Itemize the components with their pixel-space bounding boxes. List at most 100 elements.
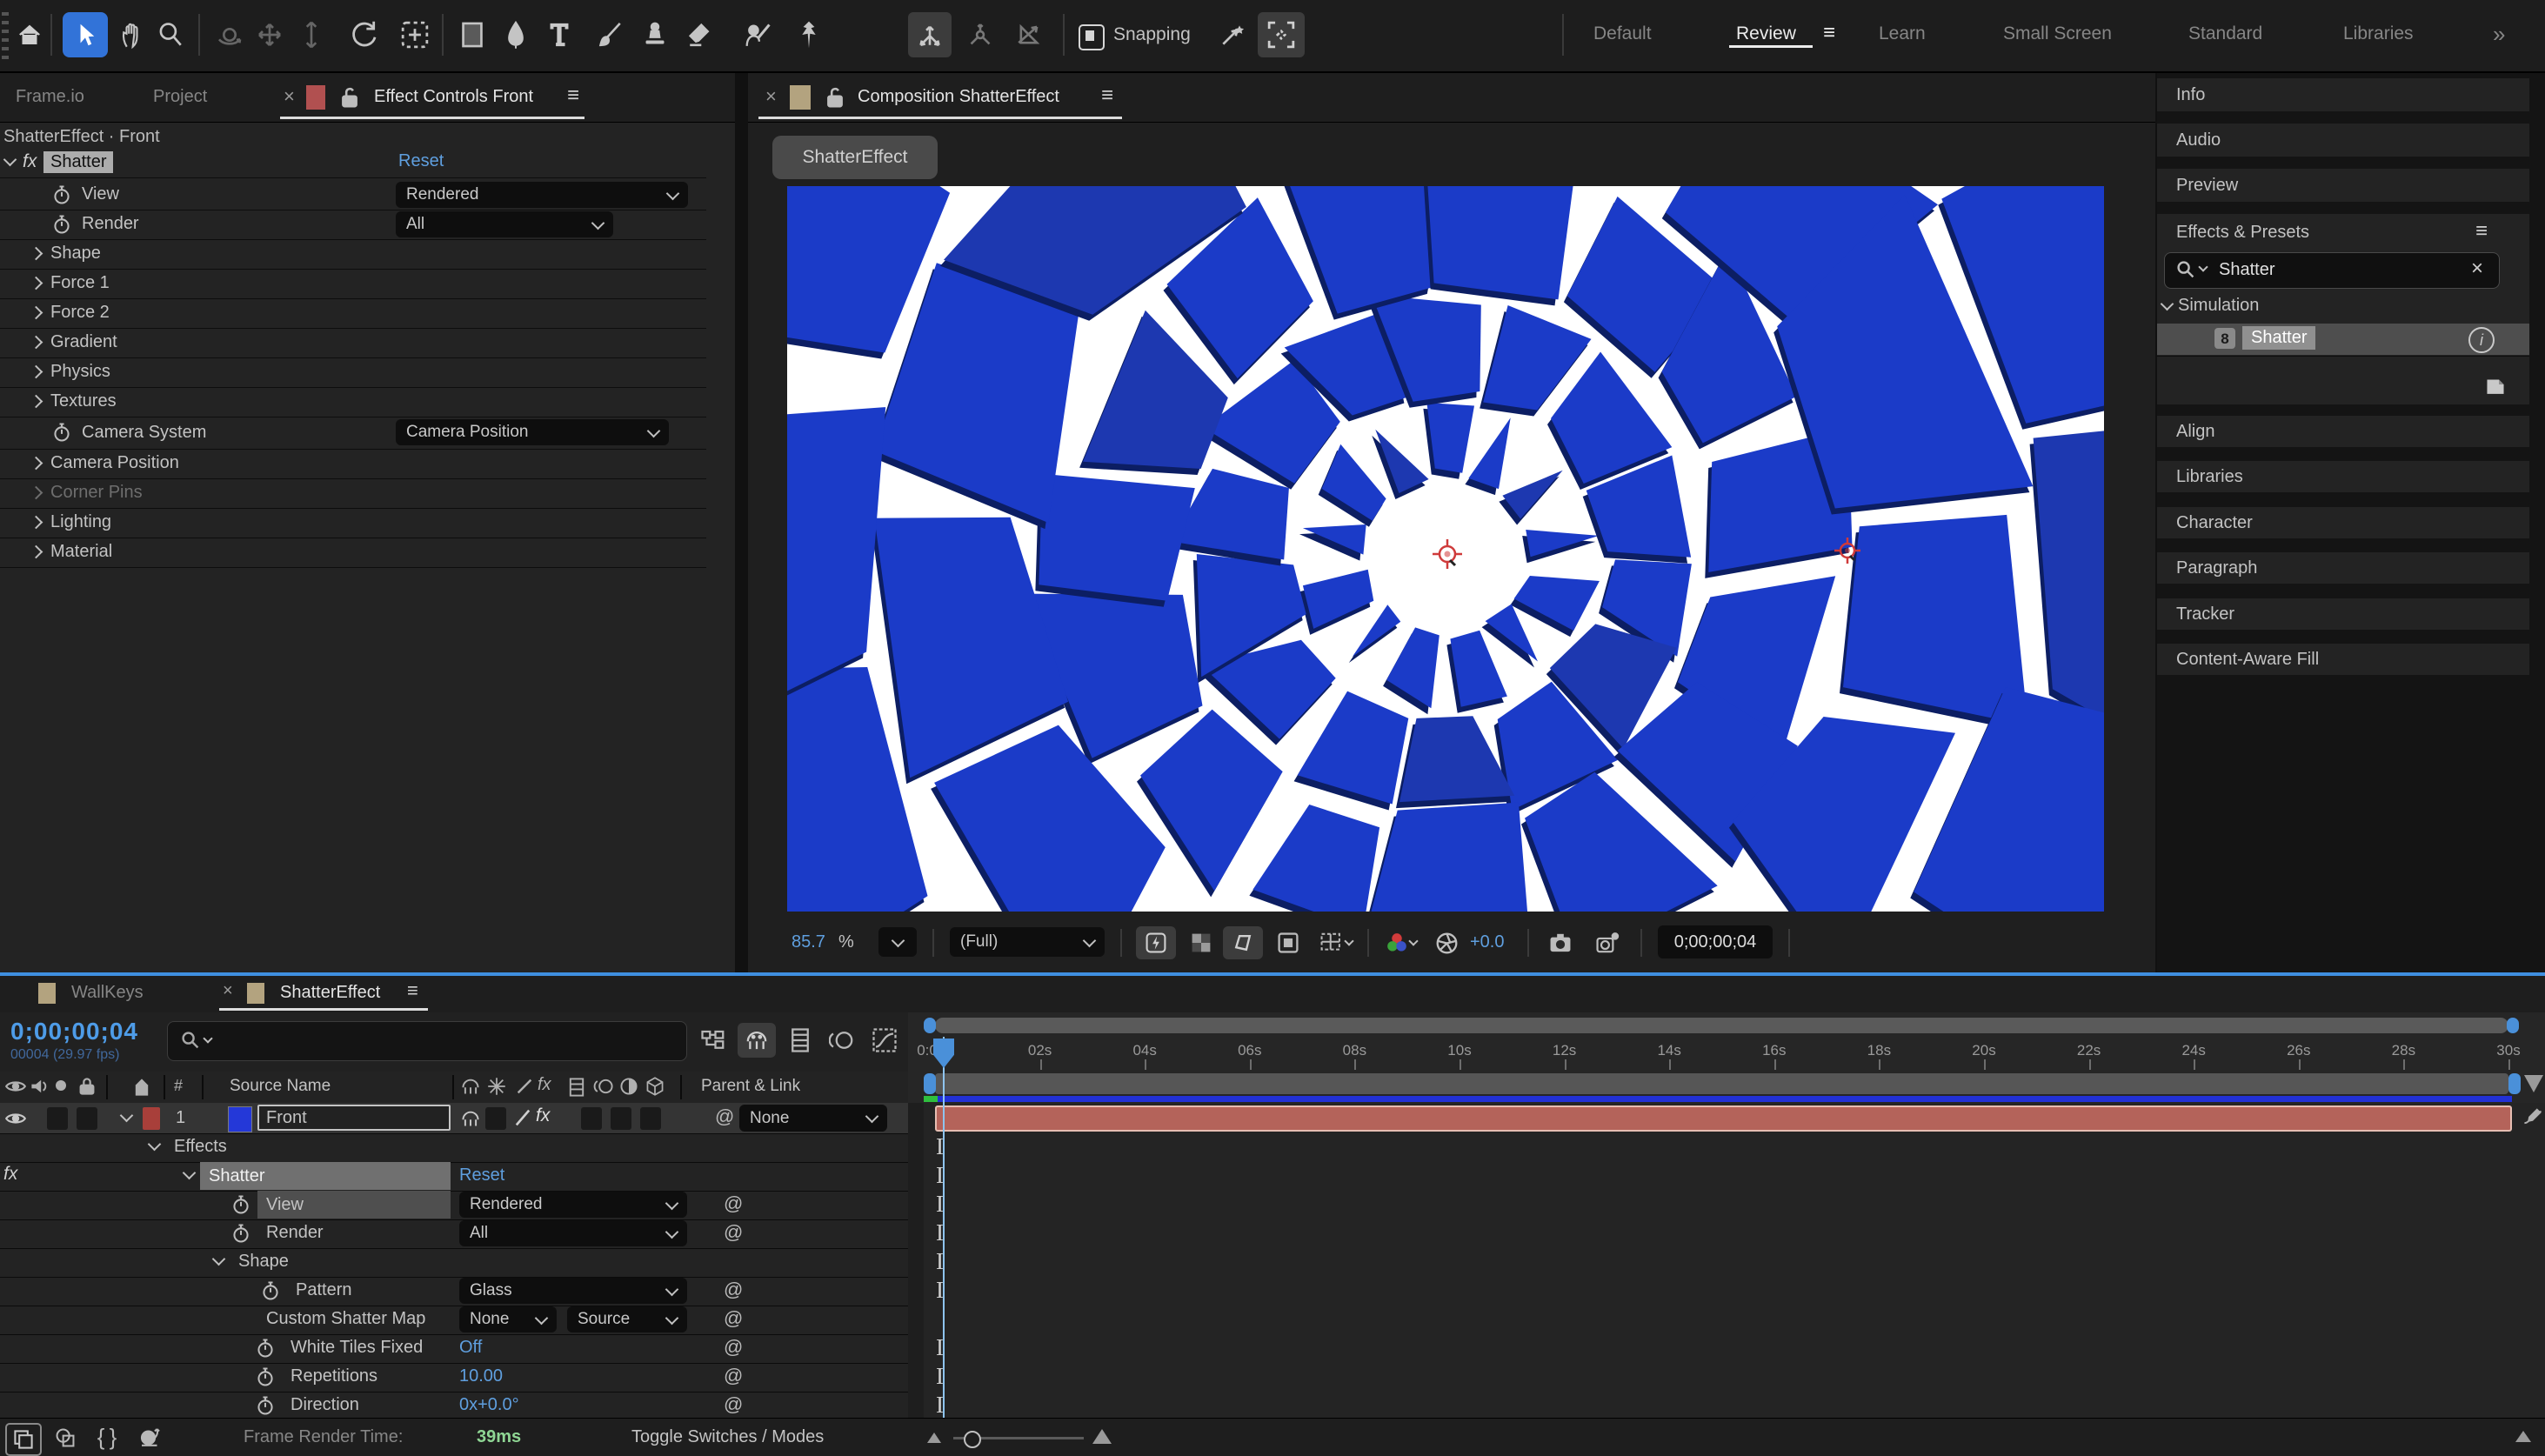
snapshot-button[interactable] [1541,926,1580,959]
direction-label[interactable]: Direction [291,1395,359,1415]
grid-guides-button[interactable] [1315,926,1357,959]
panel-content-aware-fill[interactable]: Content-Aware Fill [2157,644,2529,675]
workspace-libraries[interactable]: Libraries [2343,23,2414,44]
search-icon[interactable] [180,1030,201,1051]
channel-button[interactable] [1379,926,1421,959]
show-snapshot-button[interactable] [1588,926,1627,959]
snapping-checkbox[interactable] [1079,24,1105,50]
render-dropdown[interactable]: All [396,211,613,237]
effects-group-simulation[interactable]: Simulation [2178,296,2259,316]
repetitions-label[interactable]: Repetitions [291,1366,377,1386]
render-dropdown[interactable]: All [459,1220,687,1246]
region-of-interest-button[interactable] [1223,926,1263,959]
zoom-tool[interactable] [153,16,188,54]
panel-libraries[interactable]: Libraries [2157,461,2529,492]
hand-tool[interactable] [115,16,150,54]
expand-material-icon[interactable] [30,545,43,559]
world-axis-mode[interactable] [959,12,1002,57]
preview-timecode[interactable]: 0;00;00;04 [1658,925,1773,958]
reset-link[interactable]: Reset [459,1165,504,1186]
render-label[interactable]: Render [266,1223,324,1243]
transparency-grid-button[interactable] [1183,926,1219,959]
lock-icon[interactable] [825,85,845,110]
layer-name-field[interactable]: Front [257,1105,451,1131]
repetitions-value[interactable]: 10.00 [459,1366,503,1386]
navigator-end-handle[interactable] [2507,1018,2519,1033]
workspace-standard[interactable]: Standard [2188,23,2262,44]
prop-render-label[interactable]: Render [82,214,139,234]
rotation-tool[interactable] [346,16,384,54]
exposure-value[interactable]: +0.0 [1470,932,1504,952]
pickwhip-icon[interactable]: @ [724,1192,743,1215]
panel-menu-icon[interactable]: ≡ [407,979,418,1002]
shatter-map-source-dropdown[interactable]: Source [567,1306,687,1332]
panel-align[interactable]: Align [2157,416,2529,447]
motion-blur-toggle-well[interactable] [611,1107,631,1130]
home-button[interactable] [14,19,45,50]
roto-brush-tool[interactable] [736,16,776,54]
audio-toggle-well[interactable] [47,1107,68,1130]
tab-close-icon[interactable]: × [284,85,295,108]
simulation-collapse-icon[interactable] [2161,297,2174,311]
snail-render-button[interactable] [132,1423,169,1453]
stopwatch-icon[interactable] [257,1395,273,1416]
tab-close-icon[interactable]: × [765,85,777,108]
brackets-button[interactable]: { } [90,1420,124,1453]
layer-row[interactable]: 1 Front fx @ None [0,1103,908,1134]
eraser-tool[interactable] [682,16,718,54]
collapse-toggle-well[interactable] [485,1107,506,1130]
expand-shape-icon[interactable] [30,247,43,261]
pattern-label[interactable]: Pattern [296,1280,351,1300]
group-lighting[interactable]: Lighting [50,512,111,532]
shatter-name-box[interactable]: Shatter [200,1162,451,1190]
panel-preview[interactable]: Preview [2157,169,2529,202]
parent-link-column-header[interactable]: Parent & Link [701,1077,800,1096]
layer-visibility-icon[interactable] [5,1109,26,1128]
shy-layers-button[interactable] [738,1023,776,1058]
layer-expand-icon[interactable] [120,1109,134,1123]
info-icon[interactable]: i [2468,327,2495,353]
shape-group-label[interactable]: Shape [238,1252,289,1272]
type-tool[interactable] [541,16,578,54]
workspace-default[interactable]: Default [1593,23,1652,44]
workspace-review[interactable]: Review [1736,23,1796,44]
clone-stamp-tool[interactable] [637,16,673,54]
white-tiles-fixed-value[interactable]: Off [459,1338,482,1358]
tab-close-icon[interactable]: × [223,981,233,1001]
snap-edges-icon[interactable] [1214,16,1251,54]
current-timecode[interactable]: 0;00;00;04 [10,1018,138,1045]
tab-project[interactable]: Project [153,87,207,107]
frame-blending-button[interactable] [783,1025,818,1056]
custom-shatter-map-dropdown[interactable]: None [459,1306,557,1332]
custom-shatter-map-label[interactable]: Custom Shatter Map [266,1309,425,1329]
pickwhip-icon[interactable]: @ [724,1279,743,1301]
effect-reset-link[interactable]: Reset [398,151,444,171]
group-material[interactable]: Material [50,542,112,562]
pattern-dropdown[interactable]: Glass [459,1278,687,1304]
shatter-effect-row[interactable]: fx Shatter Reset [0,1162,908,1192]
workspace-learn[interactable]: Learn [1879,23,1926,44]
expand-force2-icon[interactable] [30,306,43,320]
motion-blur-button[interactable] [825,1025,859,1056]
workspace-overflow-icon[interactable]: » [2493,21,2505,48]
pickwhip-icon[interactable]: @ [724,1307,743,1330]
panel-menu-icon[interactable]: ≡ [2475,219,2488,244]
white-tiles-fixed-label[interactable]: White Tiles Fixed [291,1338,423,1358]
zoom-value[interactable]: 85.7 [792,932,825,952]
panel-character[interactable]: Character [2157,507,2529,538]
pickwhip-icon[interactable]: @ [724,1393,743,1416]
tab-wallkeys[interactable]: WallKeys [71,983,144,1003]
panel-menu-icon[interactable]: ≡ [1101,83,1113,108]
composition-breadcrumb[interactable]: ShatterEffect [772,136,938,179]
stopwatch-icon[interactable] [233,1223,249,1244]
tab-effect-controls[interactable]: Effect Controls Front [374,87,533,107]
stopwatch-icon[interactable] [263,1280,278,1301]
search-icon[interactable] [2175,259,2196,280]
timeline-zoom-out-icon[interactable] [927,1433,941,1443]
snapping-label[interactable]: Snapping [1113,24,1191,45]
effects-group-label[interactable]: Effects [174,1137,227,1157]
group-physics[interactable]: Physics [50,362,110,382]
composition-mini-flowchart-button[interactable] [696,1025,731,1056]
view-dropdown[interactable]: Rendered [459,1192,687,1218]
pan-behind-tool[interactable] [396,16,434,54]
